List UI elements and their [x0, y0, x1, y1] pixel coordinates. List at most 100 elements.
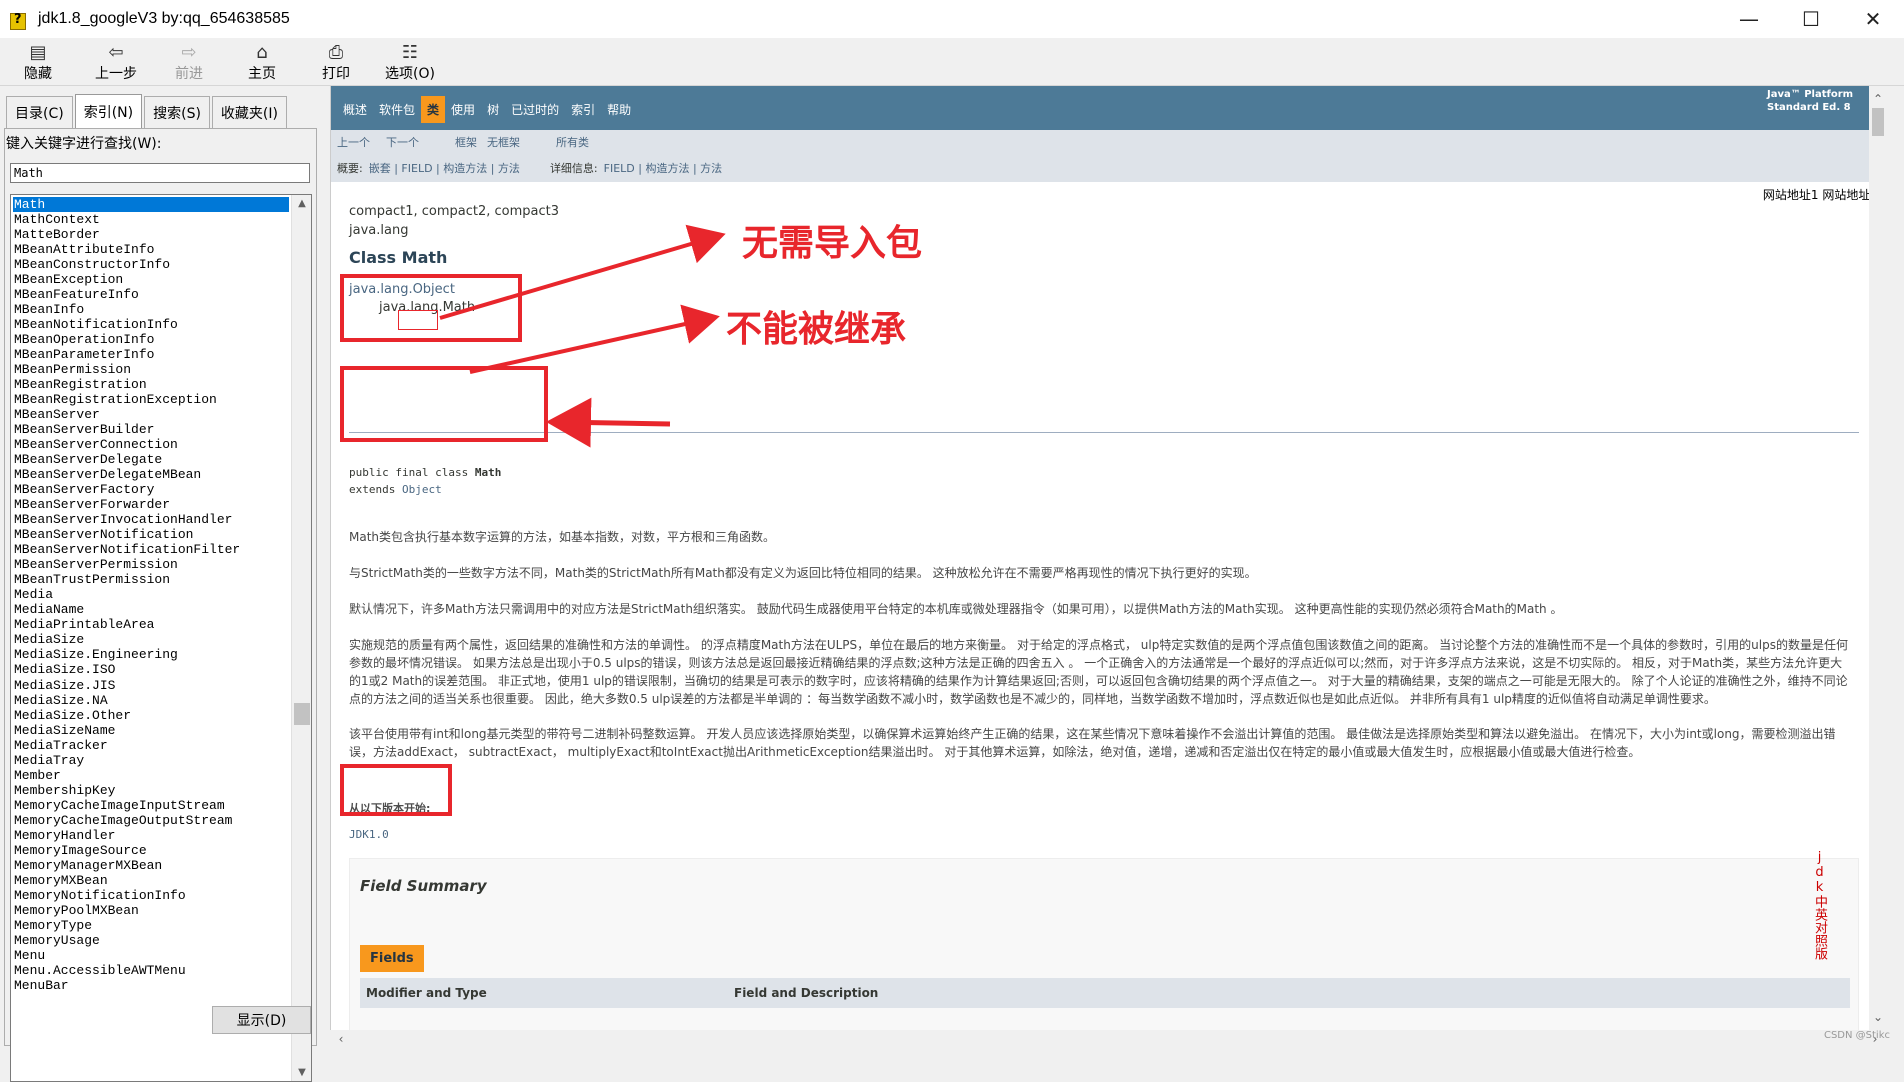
index-list-item[interactable]: MemoryMXBean	[13, 873, 289, 888]
index-list-item[interactable]: Member	[13, 768, 289, 783]
topnav-item[interactable]: 帮助	[601, 97, 637, 122]
index-list-item[interactable]: MediaSize.NA	[13, 693, 289, 708]
index-list-item[interactable]: MemoryCacheImageOutputStream	[13, 813, 289, 828]
site-links[interactable]: 网站地址1 网站地址2	[1763, 186, 1878, 203]
index-list-item[interactable]: MBeanServerDelegateMBean	[13, 467, 289, 482]
index-list-item[interactable]: MemoryHandler	[13, 828, 289, 843]
summary-links[interactable]: 嵌套 | FIELD | 构造方法 | 方法	[369, 160, 520, 176]
index-list-item[interactable]: MenuBar	[13, 978, 289, 993]
pane-splitter[interactable]	[322, 86, 330, 1050]
index-list-item[interactable]: MBeanServerFactory	[13, 482, 289, 497]
home-button[interactable]: ⌂ 主页	[224, 38, 300, 86]
hide-button[interactable]: ▤ 隐藏	[2, 38, 74, 86]
options-button[interactable]: ☷ 选项(O)	[372, 38, 448, 86]
index-list-item[interactable]: MediaSize.Other	[13, 708, 289, 723]
scroll-down-icon[interactable]: ▼	[292, 1064, 311, 1081]
index-list-item[interactable]: MediaSize.Engineering	[13, 647, 289, 662]
allclasses-link[interactable]: 所有类	[556, 134, 589, 150]
show-button[interactable]: 显示(D)	[212, 1006, 311, 1034]
back-button[interactable]: ⇦ 上一步	[78, 38, 154, 86]
frames-link[interactable]: 框架	[455, 134, 477, 150]
topnav-item[interactable]: 使用	[445, 97, 481, 122]
content-scrollbar[interactable]: ⌃ ⌄	[1869, 86, 1886, 1030]
index-list-item[interactable]: MediaName	[13, 602, 289, 617]
keyword-input[interactable]: Math	[10, 163, 310, 183]
scroll-up-icon[interactable]: ⌃	[1869, 90, 1886, 108]
scroll-left-icon[interactable]: ‹	[332, 1030, 350, 1048]
topnav-item[interactable]: 类	[421, 96, 446, 123]
index-list-item[interactable]: MBeanServerDelegate	[13, 452, 289, 467]
index-list-item[interactable]: MBeanServerNotification	[13, 527, 289, 542]
index-list-item[interactable]: MBeanAttributeInfo	[13, 242, 289, 257]
index-list-item[interactable]: MBeanServerNotificationFilter	[13, 542, 289, 557]
index-list-item[interactable]: MediaTracker	[13, 738, 289, 753]
inherit-parent-link[interactable]: java.lang.Object	[349, 281, 1849, 299]
index-list-item[interactable]: MBeanInfo	[13, 302, 289, 317]
index-list-item[interactable]: MembershipKey	[13, 783, 289, 798]
index-list-item[interactable]: MediaSize	[13, 632, 289, 647]
index-list-item[interactable]: MemoryImageSource	[13, 843, 289, 858]
index-list-item[interactable]: MBeanServer	[13, 407, 289, 422]
noframes-link[interactable]: 无框架	[487, 134, 520, 150]
index-list-item[interactable]: MBeanNotificationInfo	[13, 317, 289, 332]
index-list-item[interactable]: MBeanTrustPermission	[13, 572, 289, 587]
index-list-item[interactable]: MBeanConstructorInfo	[13, 257, 289, 272]
index-list-item[interactable]: MathContext	[13, 212, 289, 227]
tab-search[interactable]: 搜索(S)	[144, 96, 210, 128]
index-list-item[interactable]: Math	[13, 197, 289, 213]
index-list-item[interactable]: MBeanServerInvocationHandler	[13, 512, 289, 527]
index-list-item[interactable]: MemoryUsage	[13, 933, 289, 948]
index-list-item[interactable]: MBeanFeatureInfo	[13, 287, 289, 302]
fields-tab[interactable]: Fields	[360, 945, 424, 972]
topnav-item[interactable]: 概述	[337, 97, 373, 122]
horizontal-scrollbar[interactable]: ‹ ›	[330, 1030, 1886, 1050]
scroll-down-icon[interactable]: ⌄	[1869, 1008, 1886, 1026]
index-list-item[interactable]: MemoryManagerMXBean	[13, 858, 289, 873]
detail-links[interactable]: FIELD | 构造方法 | 方法	[604, 160, 723, 176]
tab-index[interactable]: 索引(N)	[74, 94, 143, 128]
index-list-item[interactable]: MemoryCacheImageInputStream	[13, 798, 289, 813]
scrollbar-thumb[interactable]	[294, 703, 310, 725]
close-button[interactable]: ✕	[1842, 0, 1904, 38]
index-list-item[interactable]: MemoryType	[13, 918, 289, 933]
topnav-item[interactable]: 树	[481, 97, 505, 122]
index-list-item[interactable]: MBeanServerBuilder	[13, 422, 289, 437]
index-list-item[interactable]: MBeanOperationInfo	[13, 332, 289, 347]
prev-link[interactable]: 上一个	[337, 134, 370, 150]
index-list-item[interactable]: MBeanServerConnection	[13, 437, 289, 452]
index-list-item[interactable]: Menu	[13, 948, 289, 963]
index-list-item[interactable]: Menu.AccessibleAWTMenu	[13, 963, 289, 978]
index-list-item[interactable]: MBeanRegistration	[13, 377, 289, 392]
scroll-up-icon[interactable]: ▲	[292, 195, 311, 212]
tab-contents[interactable]: 目录(C)	[6, 96, 73, 128]
index-list-item[interactable]: MBeanPermission	[13, 362, 289, 377]
index-list-item[interactable]: MBeanServerForwarder	[13, 497, 289, 512]
print-button[interactable]: ⎙ 打印	[300, 38, 372, 86]
next-link[interactable]: 下一个	[386, 134, 419, 150]
maximize-button[interactable]: ☐	[1780, 0, 1842, 38]
index-list[interactable]: Math MathContext MatteBorder MBeanAttribute…	[10, 194, 312, 1082]
index-list-item[interactable]: MemoryPoolMXBean	[13, 903, 289, 918]
index-list-item[interactable]: Media	[13, 587, 289, 602]
index-list-item[interactable]: MBeanException	[13, 272, 289, 287]
forward-button[interactable]: ⇨ 前进	[154, 38, 224, 86]
jdk-bilingual-link[interactable]: jdk中英对照版	[1809, 850, 1829, 966]
index-list-item[interactable]: MBeanServerPermission	[13, 557, 289, 572]
object-link[interactable]: Object	[402, 483, 442, 496]
index-list-item[interactable]: MediaSize.JIS	[13, 678, 289, 693]
scrollbar-thumb[interactable]	[1872, 108, 1884, 136]
minimize-button[interactable]: —	[1718, 0, 1780, 38]
index-list-item[interactable]: MediaPrintableArea	[13, 617, 289, 632]
index-list-item[interactable]: MediaSizeName	[13, 723, 289, 738]
index-list-item[interactable]: MediaTray	[13, 753, 289, 768]
tab-favorites[interactable]: 收藏夹(I)	[211, 96, 287, 128]
topnav-item[interactable]: 索引	[565, 97, 601, 122]
index-list-item[interactable]: MatteBorder	[13, 227, 289, 242]
index-list-item[interactable]: MediaSize.ISO	[13, 662, 289, 677]
topnav-item[interactable]: 已过时的	[505, 97, 565, 122]
index-list-scrollbar[interactable]: ▲ ▼	[291, 195, 311, 1081]
index-list-item[interactable]: MemoryNotificationInfo	[13, 888, 289, 903]
index-list-item[interactable]: MBeanRegistrationException	[13, 392, 289, 407]
index-list-item[interactable]: MBeanParameterInfo	[13, 347, 289, 362]
topnav-item[interactable]: 软件包	[373, 97, 421, 122]
